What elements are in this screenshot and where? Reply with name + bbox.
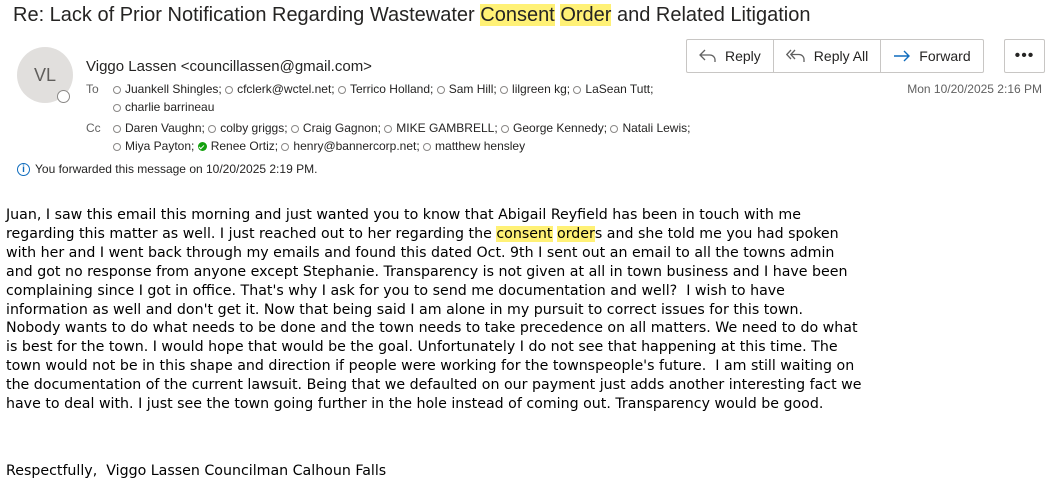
recipient-name: Craig Gagnon; — [302, 121, 381, 135]
message-action-bar: Reply Reply All Forward — [686, 39, 984, 73]
recipient-name: LaSean Tutt; — [585, 82, 654, 96]
presence-unknown-icon — [573, 86, 582, 94]
signature: Respectfully, Viggo Lassen Councilman Ca… — [6, 463, 387, 479]
presence-unknown-icon — [208, 125, 217, 133]
recipient[interactable]: Natali Lewis; — [610, 121, 690, 135]
more-actions-button[interactable]: ••• — [1004, 39, 1045, 73]
reply-all-icon — [785, 49, 805, 62]
subject-text-1: Re: Lack of Prior Notification Regarding… — [13, 4, 481, 26]
recipient[interactable]: Renee Ortiz; — [197, 139, 278, 153]
cc-recipients-line1: Daren Vaughn; colby griggs; Craig Gagnon… — [113, 121, 690, 135]
presence-unknown-icon — [423, 143, 432, 151]
recipient[interactable]: matthew hensley — [423, 139, 525, 153]
recipient-name: charlie barrineau — [125, 100, 215, 114]
recipient[interactable]: George Kennedy; — [501, 121, 607, 135]
to-label: To — [86, 82, 99, 96]
sender-name[interactable]: Viggo Lassen <councillassen@gmail.com> — [86, 58, 372, 75]
recipient[interactable]: lilgreen kg; — [500, 82, 570, 96]
body-text-part2: s and she told me you had spoken with he… — [6, 225, 862, 413]
forwarded-info-banner: i You forwarded this message on 10/20/20… — [17, 162, 317, 176]
ellipsis-icon: ••• — [1014, 47, 1035, 64]
recipient-name: Daren Vaughn; — [125, 121, 205, 135]
to-recipients-line1: Juankell Shingles; cfclerk@wctel.net; Te… — [113, 82, 653, 96]
recipient[interactable]: Terrico Holland; — [337, 82, 434, 96]
subject-text-2: and Related Litigation — [611, 4, 811, 26]
recipient-name: colby griggs; — [220, 121, 288, 135]
recipient[interactable]: Craig Gagnon; — [290, 121, 381, 135]
presence-unknown-icon — [384, 125, 393, 133]
presence-unknown-icon — [113, 125, 121, 133]
presence-unknown-icon — [500, 86, 509, 94]
recipient-name: Terrico Holland; — [349, 82, 434, 96]
presence-unknown-icon — [113, 86, 121, 94]
presence-unknown-icon — [113, 143, 121, 151]
body-highlight-consent: consent — [496, 225, 553, 242]
recipient-name: Sam Hill; — [448, 82, 497, 96]
recipient[interactable]: henry@bannercorp.net; — [281, 139, 420, 153]
presence-unknown-icon — [113, 104, 121, 112]
recipient-name: Juankell Shingles; — [125, 82, 222, 96]
recipient-name: George Kennedy; — [513, 121, 608, 135]
recipient-name: cfclerk@wctel.net; — [237, 82, 335, 96]
recipient[interactable]: MIKE GAMBRELL; — [384, 121, 498, 135]
presence-unknown-icon — [225, 86, 234, 94]
presence-status-icon — [57, 90, 70, 103]
reply-all-button[interactable]: Reply All — [772, 40, 880, 72]
cc-recipients-line2: Miya Payton; Renee Ortiz; henry@bannerco… — [113, 139, 525, 153]
presence-unknown-icon — [610, 125, 619, 133]
presence-unknown-icon — [290, 125, 299, 133]
body-highlight-order: order — [557, 225, 595, 242]
recipient[interactable]: cfclerk@wctel.net; — [225, 82, 335, 96]
subject-highlight-order: Order — [560, 4, 612, 26]
presence-available-icon — [197, 142, 207, 151]
recipient[interactable]: Miya Payton; — [113, 139, 194, 153]
to-recipients-line2: charlie barrineau — [113, 100, 214, 114]
forwarded-info-text: You forwarded this message on 10/20/2025… — [35, 162, 318, 176]
reply-label: Reply — [725, 48, 761, 64]
sent-date: Mon 10/20/2025 2:16 PM — [907, 82, 1042, 96]
forward-label: Forward — [919, 48, 971, 64]
presence-unknown-icon — [337, 86, 346, 94]
recipient[interactable]: Juankell Shingles; — [113, 82, 222, 96]
email-subject: Re: Lack of Prior Notification Regarding… — [13, 4, 810, 27]
cc-label: Cc — [86, 121, 101, 135]
recipient[interactable]: colby griggs; — [208, 121, 288, 135]
reply-icon — [699, 49, 716, 62]
recipient[interactable]: Daren Vaughn; — [113, 121, 205, 135]
subject-highlight-consent: Consent — [480, 4, 555, 26]
recipient[interactable]: LaSean Tutt; — [573, 82, 653, 96]
reply-all-label: Reply All — [813, 48, 869, 64]
reply-button[interactable]: Reply — [687, 40, 773, 72]
recipient[interactable]: charlie barrineau — [113, 100, 214, 114]
avatar-initials: VL — [33, 64, 57, 85]
recipient-name: lilgreen kg; — [512, 82, 571, 96]
presence-unknown-icon — [436, 86, 445, 94]
presence-unknown-icon — [501, 125, 510, 133]
forward-arrow-icon — [894, 50, 911, 62]
recipient-name: MIKE GAMBRELL; — [396, 121, 498, 135]
recipient[interactable]: Sam Hill; — [436, 82, 497, 96]
message-body: Juan, I saw this email this morning and … — [6, 206, 1045, 414]
recipient-name: Natali Lewis; — [622, 121, 691, 135]
presence-unknown-icon — [281, 143, 290, 151]
info-icon: i — [17, 162, 30, 176]
forward-button[interactable]: Forward — [880, 40, 982, 72]
